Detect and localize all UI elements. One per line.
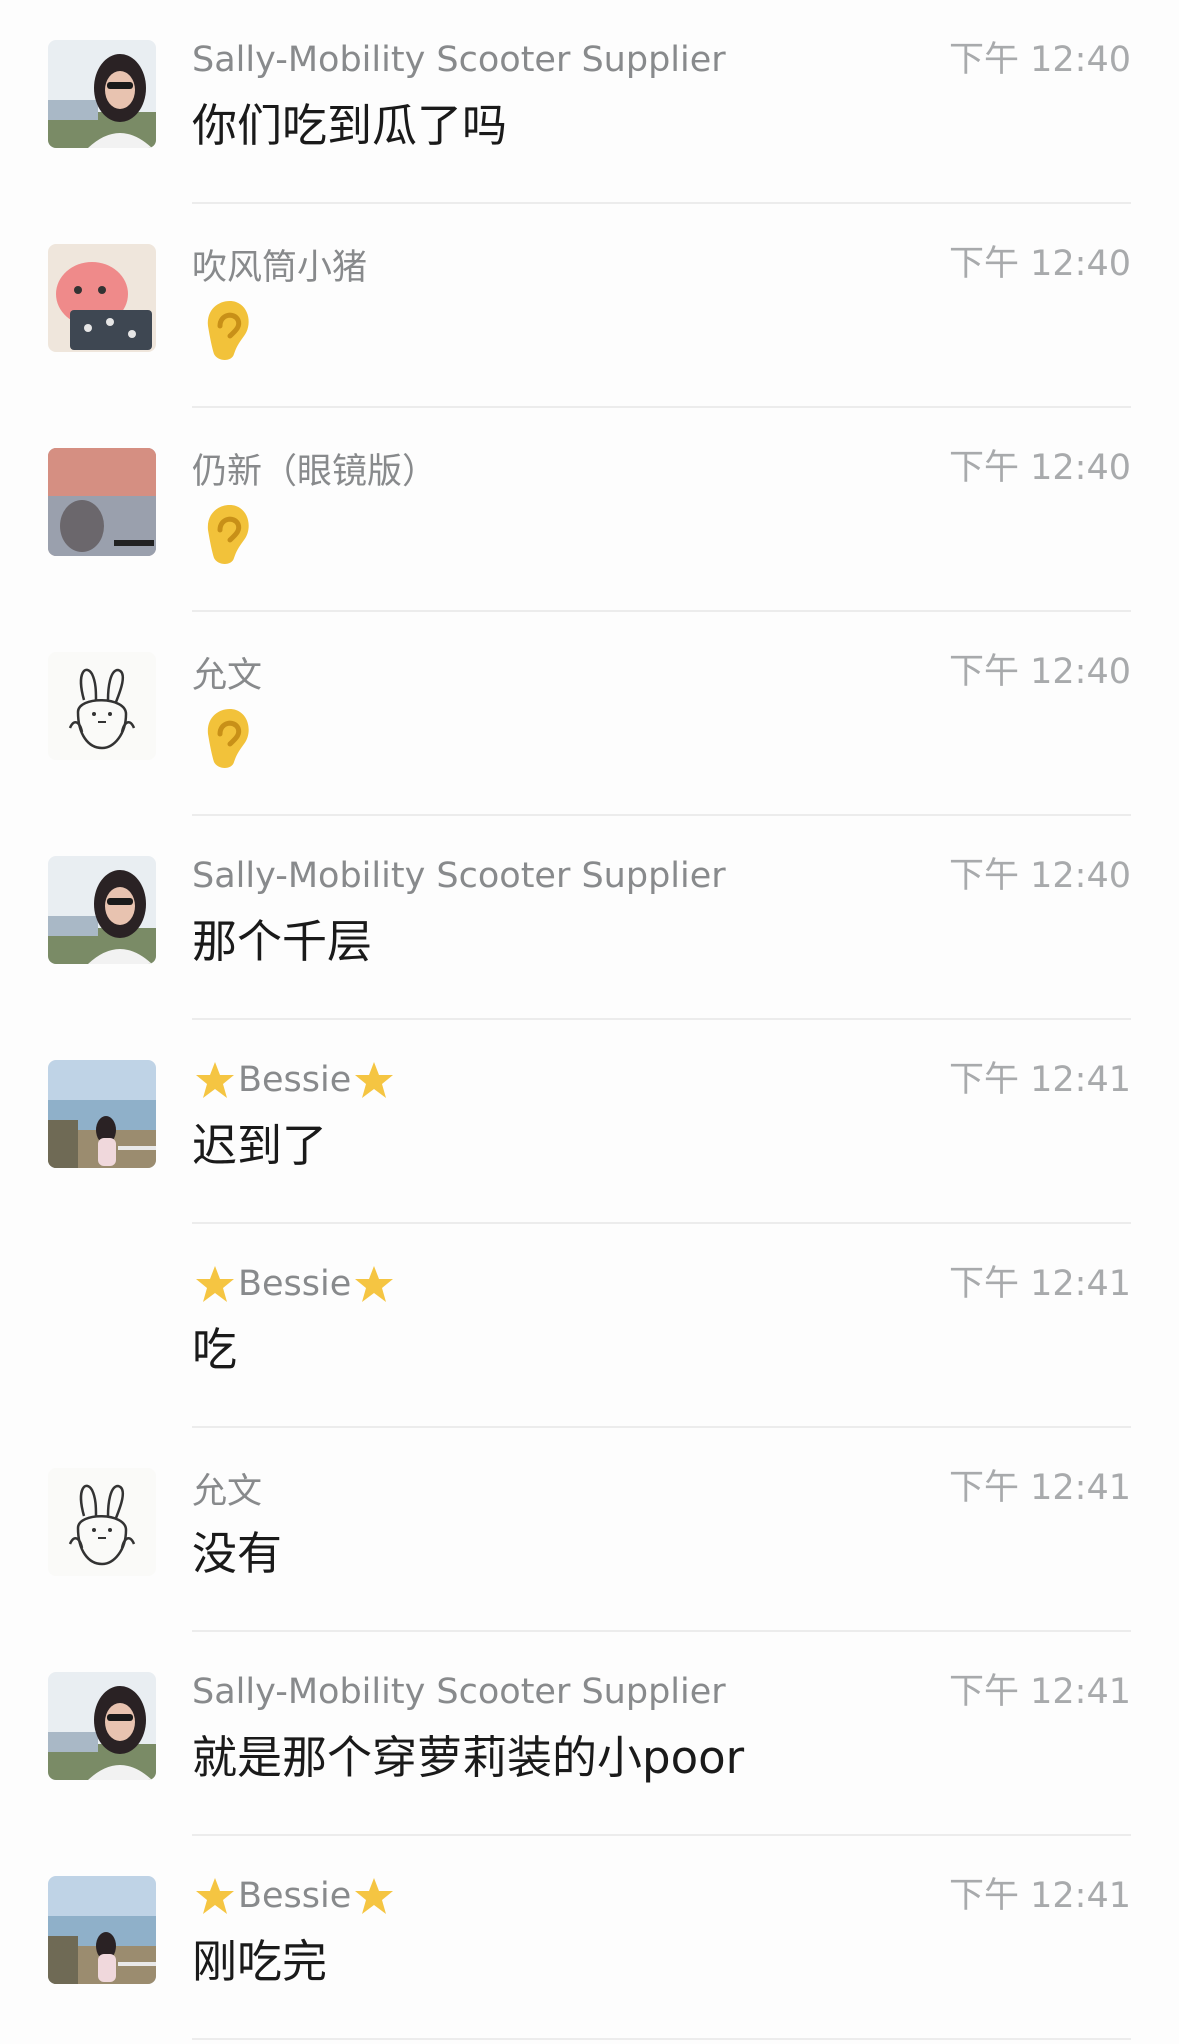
message-time: 下午 12:41 (949, 1876, 1131, 1916)
message-row[interactable]: 仍新（眼镜版） 下午 12:40 (0, 408, 1179, 612)
sender-name: 吹风筒小猪 (192, 247, 368, 288)
message-time: 下午 12:40 (949, 856, 1131, 896)
star-icon (196, 1878, 234, 1914)
message-row[interactable]: Bessie 下午 12:41 迟到了 (0, 1020, 1179, 1224)
message-time: 下午 12:40 (949, 652, 1131, 692)
message-time: 下午 12:41 (949, 1060, 1131, 1100)
message-text: 没有 (192, 1527, 283, 1580)
sender-name: Bessie (192, 1058, 397, 1102)
message-text: 吃 (192, 1323, 238, 1376)
avatar-sunset[interactable] (48, 448, 156, 556)
message-row[interactable]: Bessie 下午 12:41 刚吃完 (0, 1836, 1179, 2040)
avatar-rabbit[interactable] (48, 652, 156, 760)
sender-name: Bessie (192, 1262, 397, 1306)
message-time: 下午 12:41 (949, 1672, 1131, 1712)
ear-emoji-icon (207, 301, 249, 360)
message-time: 下午 12:40 (949, 244, 1131, 284)
avatar-bessie[interactable] (48, 1876, 156, 1984)
sender-name-text: Bessie (238, 1876, 352, 1916)
sender-name: Sally-Mobility Scooter Supplier (192, 856, 726, 896)
avatar-sally[interactable] (48, 40, 156, 148)
avatar-pig[interactable] (48, 244, 156, 352)
message-row[interactable]: Sally-Mobility Scooter Supplier 下午 12:40… (0, 816, 1179, 1020)
sender-name-text: Bessie (238, 1060, 352, 1100)
sender-name: 仍新（眼镜版） (192, 451, 438, 492)
avatar-bessie[interactable] (48, 1060, 156, 1168)
star-icon (196, 1062, 234, 1098)
message-row[interactable]: Sally-Mobility Scooter Supplier 下午 12:41… (0, 1632, 1179, 1836)
message-time: 下午 12:41 (949, 1264, 1131, 1304)
sender-name-text: Bessie (238, 1264, 352, 1304)
message-text: 那个千层 (192, 915, 373, 968)
message-time: 下午 12:40 (949, 448, 1131, 488)
message-time: 下午 12:41 (949, 1468, 1131, 1508)
star-icon (196, 1266, 234, 1302)
star-icon (355, 1062, 394, 1098)
message-row[interactable]: Sally-Mobility Scooter Supplier 下午 12:40… (0, 0, 1179, 204)
avatar-rabbit[interactable] (48, 1468, 156, 1576)
divider (192, 2038, 1131, 2040)
message-text: 就是那个穿萝莉装的小poor (192, 1731, 745, 1784)
message-text: 刚吃完 (192, 1935, 328, 1988)
sender-name: Bessie (192, 1874, 397, 1918)
star-icon (355, 1266, 394, 1302)
sender-name: Sally-Mobility Scooter Supplier (192, 40, 726, 80)
ear-emoji-icon (207, 505, 249, 564)
star-icon (355, 1878, 394, 1914)
message-time: 下午 12:40 (949, 40, 1131, 80)
avatar-sally[interactable] (48, 856, 156, 964)
sender-name: Sally-Mobility Scooter Supplier (192, 1672, 726, 1712)
sender-name: 允文 (192, 1471, 263, 1512)
avatar-sally[interactable] (48, 1672, 156, 1780)
message-text: 你们吃到瓜了吗 (192, 99, 508, 152)
message-text: 迟到了 (192, 1119, 328, 1172)
message-row[interactable]: 吹风筒小猪 下午 12:40 (0, 204, 1179, 408)
message-row[interactable]: 允文 下午 12:41 没有 (0, 1428, 1179, 1632)
sender-name: 允文 (192, 655, 263, 696)
message-row[interactable]: 允文 下午 12:40 (0, 612, 1179, 816)
message-row[interactable]: Bessie 下午 12:41 吃 (0, 1224, 1179, 1428)
ear-emoji-icon (207, 709, 249, 768)
